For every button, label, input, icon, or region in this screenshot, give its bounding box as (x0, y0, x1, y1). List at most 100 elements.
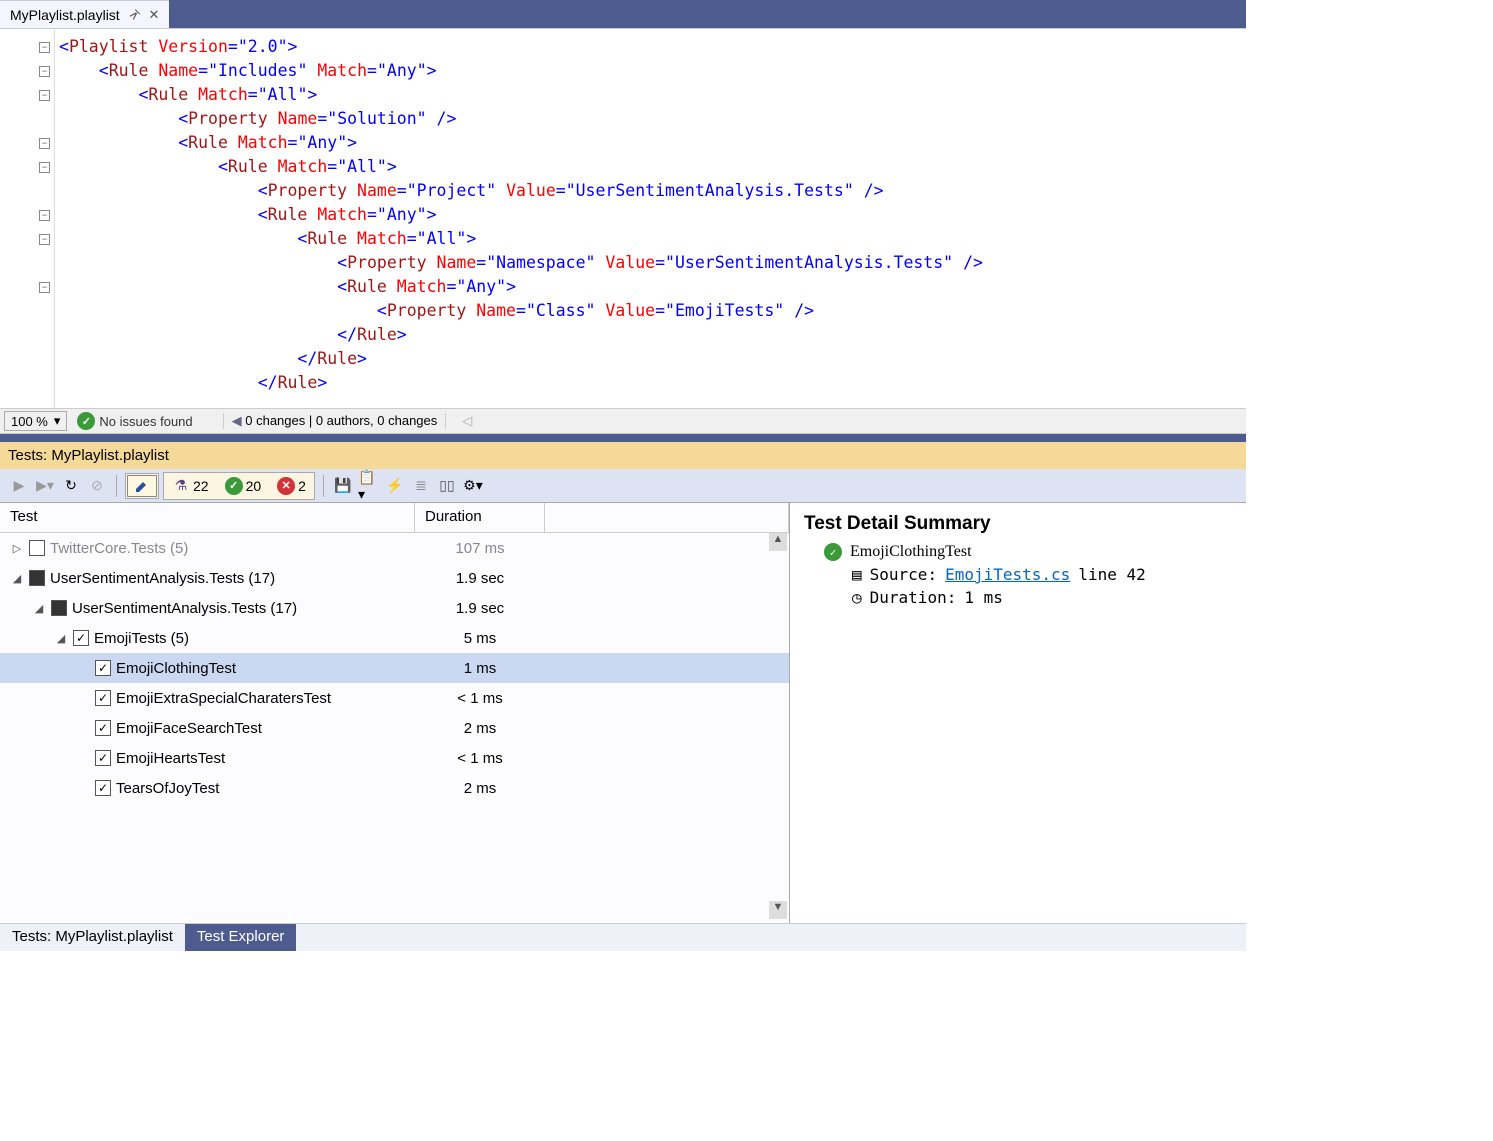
scroll-down-icon[interactable]: ▼ (769, 901, 787, 919)
code-line[interactable]: </Rule> (55, 371, 1246, 395)
pin-icon[interactable]: ⊼ (126, 6, 142, 22)
run-all-button[interactable]: ▶ (8, 475, 30, 497)
column-test[interactable]: Test (0, 503, 415, 532)
checkbox-icon[interactable]: ✓ (95, 750, 111, 766)
code-line[interactable]: </Rule> (55, 347, 1246, 371)
columns-button[interactable]: ▯▯ (436, 475, 458, 497)
source-link[interactable]: EmojiTests.cs (945, 565, 1070, 584)
test-label: TwitterCore.Tests (5) (50, 540, 188, 557)
test-toolbar: ▶ ▶▾ ↻ ⊘ ⚗22 ✓20 ✕2 💾 📋▾ ⚡ ≣ ▯▯ ⚙▾ (0, 469, 1246, 503)
tree-row[interactable]: ◢UserSentimentAnalysis.Tests (17)1.9 sec (0, 593, 789, 623)
test-name: EmojiClothingTest (850, 543, 972, 561)
code-line[interactable]: <Rule Name="Includes" Match="Any"> (55, 59, 1246, 83)
tree-row[interactable]: ▷ TwitterCore.Tests (5) 107 ms (0, 533, 789, 563)
fold-icon[interactable]: − (39, 42, 50, 53)
code-line[interactable]: </Rule> (55, 323, 1246, 347)
zoom-dropdown[interactable]: 100 %▾ (4, 411, 67, 431)
test-label: EmojiExtraSpecialCharatersTest (116, 690, 331, 707)
save-button[interactable]: 💾 (332, 475, 354, 497)
document-tab[interactable]: MyPlaylist.playlist ⊼ ✕ (0, 0, 169, 28)
code-line[interactable]: <Rule Match="All"> (55, 155, 1246, 179)
code-line[interactable]: <Playlist Version="2.0"> (55, 35, 1246, 59)
code-line[interactable]: <Property Name="Namespace" Value="UserSe… (55, 251, 1246, 275)
passed-tests-pill[interactable]: ✓20 (218, 474, 269, 498)
test-label: EmojiHeartsTest (116, 750, 225, 767)
code-line[interactable]: <Rule Match="All"> (55, 227, 1246, 251)
fold-icon[interactable]: − (39, 90, 50, 101)
codelens-changes[interactable]: ◀ 0 changes | 0 authors, 0 changes (223, 413, 447, 429)
failed-tests-pill[interactable]: ✕2 (270, 474, 313, 498)
expander-icon[interactable]: ◢ (32, 602, 46, 615)
run-after-build-button[interactable]: ⚡ (384, 475, 406, 497)
code-editor[interactable]: − − − − − − − − <Playlist Version="2.0"> <Rule … (0, 28, 1246, 408)
expander-icon[interactable]: ◢ (10, 572, 24, 585)
checkbox-icon[interactable] (51, 600, 67, 616)
issues-indicator[interactable]: ✓ No issues found (77, 412, 192, 430)
tree-row[interactable]: ✓ EmojiHeartsTest < 1 ms (0, 743, 789, 773)
duration-value: 107 ms (415, 540, 545, 557)
tree-header: Test Duration (0, 503, 789, 533)
expander-icon[interactable]: ◢ (54, 632, 68, 645)
fold-icon[interactable]: − (39, 162, 50, 173)
checkbox-icon[interactable]: ✓ (95, 720, 111, 736)
clock-icon: ◷ (852, 588, 862, 607)
run-button[interactable]: ▶▾ (34, 475, 56, 497)
check-icon: ✓ (824, 543, 842, 561)
tree-row[interactable]: ✓EmojiFaceSearchTest2 ms (0, 713, 789, 743)
fold-icon[interactable]: − (39, 66, 50, 77)
fold-icon[interactable]: − (39, 138, 50, 149)
fold-icon[interactable]: − (39, 282, 50, 293)
tree-row[interactable]: ◢UserSentimentAnalysis.Tests (17)1.9 sec (0, 563, 789, 593)
tree-rows: ▷ TwitterCore.Tests (5) 107 ms ◢UserSentime… (0, 533, 789, 923)
checkbox-icon[interactable] (29, 540, 45, 556)
test-label: EmojiTests (5) (94, 630, 189, 647)
tree-row[interactable]: ✓EmojiExtraSpecialCharatersTest< 1 ms (0, 683, 789, 713)
duration-value: 2 ms (415, 720, 545, 737)
code-line[interactable]: <Rule Match="Any"> (55, 131, 1246, 155)
scroll-up-icon[interactable]: ▲ (769, 533, 787, 551)
tests-panel-header: Tests: MyPlaylist.playlist (0, 442, 1246, 469)
checkbox-icon[interactable]: ✓ (95, 780, 111, 796)
bottom-tab-explorer[interactable]: Test Explorer (185, 924, 297, 951)
duration-value: < 1 ms (415, 750, 545, 767)
total-tests-pill[interactable]: ⚗22 (165, 474, 216, 498)
code-line[interactable]: <Property Name="Project" Value="UserSent… (55, 179, 1246, 203)
code-line[interactable]: <Rule Match="Any"> (55, 275, 1246, 299)
cancel-button[interactable]: ⊘ (86, 475, 108, 497)
editor-status-bar: 100 %▾ ✓ No issues found ◀ 0 changes | 0… (0, 408, 1246, 434)
playlist-button[interactable]: 📋▾ (358, 475, 380, 497)
fold-icon[interactable]: − (39, 234, 50, 245)
check-icon: ✓ (77, 412, 95, 430)
fold-icon[interactable]: − (39, 210, 50, 221)
checkbox-icon[interactable] (29, 570, 45, 586)
test-label: TearsOfJoyTest (116, 780, 219, 797)
code-line[interactable]: <Property Name="Class" Value="EmojiTests… (55, 299, 1246, 323)
document-icon: ▤ (852, 565, 862, 584)
gutter: − − − − − − − − (0, 29, 55, 408)
code-line[interactable]: <Rule Match="Any"> (55, 203, 1246, 227)
tree-row[interactable]: ✓EmojiClothingTest1 ms (0, 653, 789, 683)
bottom-tab-bar: Tests: MyPlaylist.playlist Test Explorer (0, 923, 1246, 951)
duration-value: 1.9 sec (415, 600, 545, 617)
close-icon[interactable]: ✕ (149, 7, 160, 23)
settings-button[interactable]: ⚙▾ (462, 475, 484, 497)
code-area[interactable]: <Playlist Version="2.0"> <Rule Name="Inc… (55, 29, 1246, 408)
edit-playlist-button[interactable] (127, 475, 157, 497)
code-line[interactable]: <Rule Match="All"> (55, 83, 1246, 107)
arrow-icon: ◁ (462, 413, 472, 429)
column-duration[interactable]: Duration (415, 503, 545, 532)
expander-icon[interactable]: ▷ (10, 542, 24, 555)
tab-title: MyPlaylist.playlist (10, 7, 120, 23)
repeat-button[interactable]: ↻ (60, 475, 82, 497)
document-tab-bar: MyPlaylist.playlist ⊼ ✕ (0, 0, 1246, 28)
splitter[interactable] (0, 434, 1246, 442)
checkbox-icon[interactable]: ✓ (73, 630, 89, 646)
group-by-button[interactable]: ≣ (410, 475, 432, 497)
checkbox-icon[interactable]: ✓ (95, 690, 111, 706)
tree-row[interactable]: ✓TearsOfJoyTest2 ms (0, 773, 789, 803)
code-line[interactable]: <Property Name="Solution" /> (55, 107, 1246, 131)
tree-row[interactable]: ◢✓EmojiTests (5)5 ms (0, 623, 789, 653)
error-icon: ✕ (277, 477, 295, 495)
checkbox-icon[interactable]: ✓ (95, 660, 111, 676)
bottom-tab-tests[interactable]: Tests: MyPlaylist.playlist (0, 924, 185, 951)
